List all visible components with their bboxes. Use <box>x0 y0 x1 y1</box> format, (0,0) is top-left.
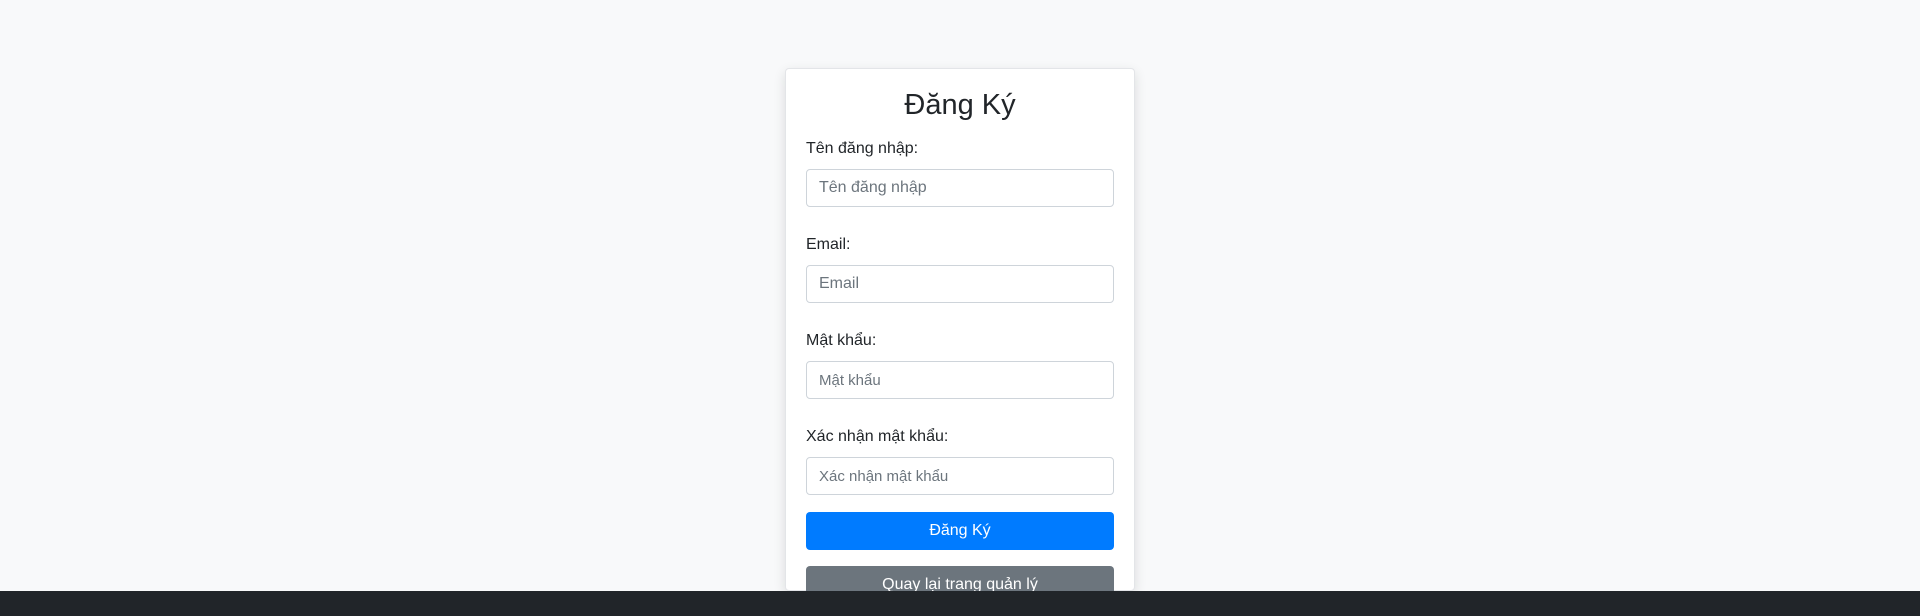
register-card: Đăng Ký Tên đăng nhập: Email: Mật khẩu: … <box>785 68 1135 604</box>
page-title: Đăng Ký <box>904 89 1016 121</box>
footer-bar <box>0 591 1920 616</box>
username-label: Tên đăng nhập: <box>806 140 919 157</box>
page: Đăng Ký Tên đăng nhập: Email: Mật khẩu: … <box>0 0 1920 616</box>
password-label: Mật khẩu: <box>806 332 877 349</box>
email-label: Email: <box>806 236 851 253</box>
email-input[interactable] <box>806 265 1114 303</box>
confirm-password-input[interactable] <box>806 457 1114 495</box>
confirm-password-label: Xác nhận mật khẩu: <box>806 428 949 445</box>
register-button[interactable]: Đăng Ký <box>806 512 1114 550</box>
username-input[interactable] <box>806 169 1114 207</box>
password-input[interactable] <box>806 361 1114 399</box>
